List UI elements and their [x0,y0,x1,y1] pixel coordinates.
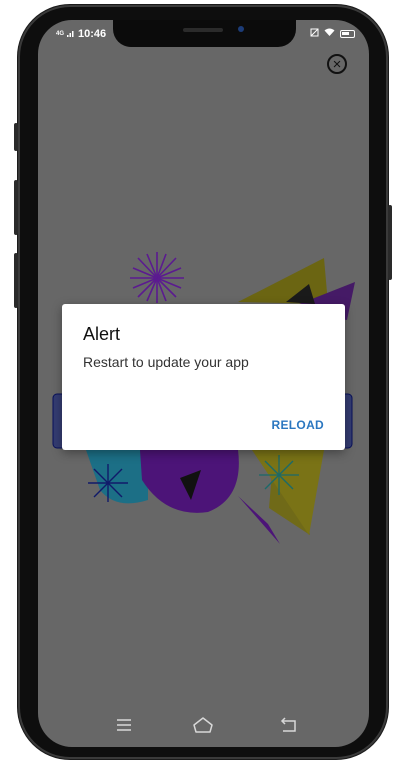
alert-dialog: Alert Restart to update your app RELOAD [62,304,345,450]
firework-blue-icon [88,464,128,502]
back-icon[interactable] [278,716,300,734]
menu-icon[interactable] [113,716,135,734]
reload-button[interactable]: RELOAD [272,418,324,432]
phone-screen: 4G 10:46 × Alert Restart to update your … [38,20,369,747]
side-button [388,205,392,280]
home-icon[interactable] [192,716,214,734]
side-button [14,123,18,151]
navigation-bar [38,712,369,744]
battery-icon [340,30,355,38]
firework-purple-icon [130,252,184,303]
front-camera [238,26,244,32]
status-bar-right [310,24,355,44]
firework-teal-icon [259,455,299,495]
status-time: 10:46 [78,28,107,40]
status-bar-left: 4G 10:46 [56,24,106,44]
no-sim-icon [310,28,319,40]
close-circle-icon[interactable]: × [327,54,347,74]
notch [113,20,296,47]
side-button [14,253,18,308]
speaker [183,28,223,32]
side-button [14,180,18,235]
dialog-title: Alert [83,324,121,344]
network-type: 4G [56,31,65,37]
dialog-message: Restart to update your app [83,354,249,370]
wifi-icon [324,28,335,40]
signal-icon [67,28,75,40]
